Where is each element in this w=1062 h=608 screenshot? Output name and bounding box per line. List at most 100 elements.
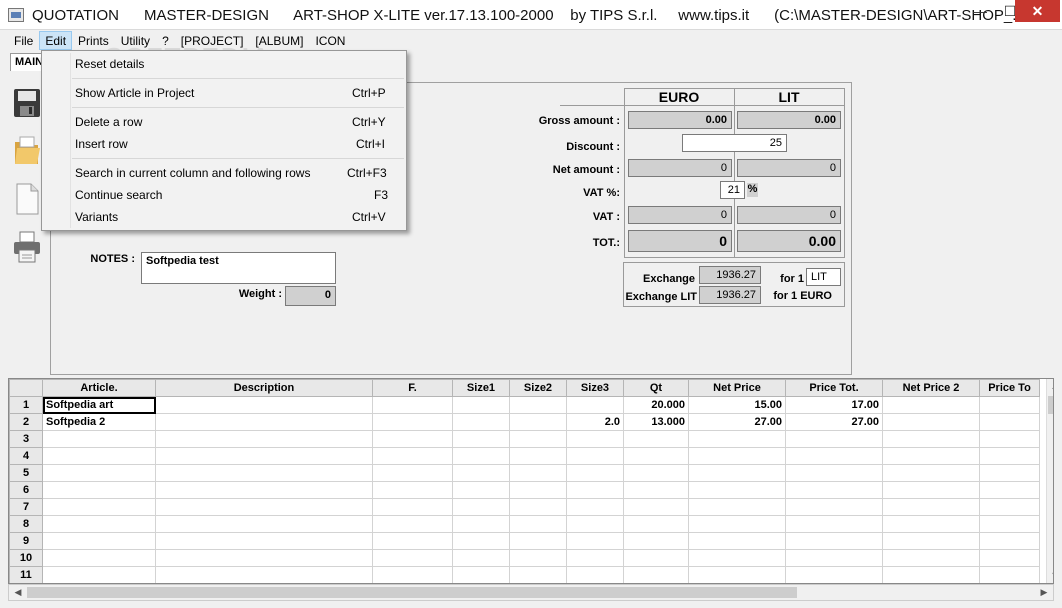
cell-description[interactable]: [155, 515, 373, 533]
menu-item-delete-row[interactable]: Delete a row Ctrl+Y: [42, 111, 406, 133]
horizontal-scroll-thumb[interactable]: [27, 587, 797, 598]
cell-size3[interactable]: [566, 464, 624, 482]
cell-f[interactable]: [372, 566, 453, 583]
cell-price-to[interactable]: [979, 396, 1040, 414]
row-number[interactable]: 3: [9, 430, 43, 448]
vertical-scroll-thumb[interactable]: [1048, 396, 1053, 414]
cell-net-price2[interactable]: [882, 481, 980, 499]
cell-description[interactable]: [155, 447, 373, 465]
table-row[interactable]: 9: [9, 532, 1040, 550]
print-icon[interactable]: [12, 230, 42, 264]
cell-size2[interactable]: [509, 549, 567, 567]
cell-size2[interactable]: [509, 396, 567, 414]
cell-description[interactable]: [155, 413, 373, 431]
cell-article[interactable]: [42, 447, 156, 465]
cell-qt[interactable]: [623, 566, 689, 583]
cell-net-price2[interactable]: [882, 413, 980, 431]
cell-net-price2[interactable]: [882, 498, 980, 516]
cell-qt[interactable]: [623, 481, 689, 499]
column-header-article[interactable]: Article.: [42, 379, 156, 397]
column-header-qt[interactable]: Qt: [623, 379, 689, 397]
table-row[interactable]: 11: [9, 566, 1040, 583]
cell-size2[interactable]: [509, 481, 567, 499]
menu-item-variants[interactable]: Variants Ctrl+V: [42, 206, 406, 228]
cell-article[interactable]: Softpedia art: [42, 396, 156, 414]
column-header-f[interactable]: F.: [372, 379, 453, 397]
cell-description[interactable]: [155, 549, 373, 567]
cell-size1[interactable]: [452, 532, 510, 550]
column-header-price-tot[interactable]: Price Tot.: [785, 379, 883, 397]
table-row[interactable]: 8: [9, 515, 1040, 533]
cell-size2[interactable]: [509, 498, 567, 516]
cell-f[interactable]: [372, 549, 453, 567]
cell-size3[interactable]: [566, 430, 624, 448]
cell-description[interactable]: [155, 430, 373, 448]
cell-size2[interactable]: [509, 532, 567, 550]
row-number[interactable]: 10: [9, 549, 43, 567]
column-header-size1[interactable]: Size1: [452, 379, 510, 397]
row-number[interactable]: 8: [9, 515, 43, 533]
cell-article[interactable]: [42, 498, 156, 516]
cell-size1[interactable]: [452, 498, 510, 516]
cell-net-price2[interactable]: [882, 447, 980, 465]
cell-price-to[interactable]: [979, 481, 1040, 499]
for-1-currency-field[interactable]: LIT: [806, 268, 841, 286]
menu-file[interactable]: File: [8, 31, 39, 50]
save-icon[interactable]: [12, 86, 42, 120]
cell-price-tot[interactable]: [785, 532, 883, 550]
cell-f[interactable]: [372, 447, 453, 465]
cell-size3[interactable]: [566, 549, 624, 567]
new-document-icon[interactable]: [12, 182, 42, 216]
row-number[interactable]: 5: [9, 464, 43, 482]
scroll-right-arrow[interactable]: ▶: [1036, 587, 1052, 598]
cell-size1[interactable]: [452, 566, 510, 583]
row-number[interactable]: 11: [9, 566, 43, 583]
cell-description[interactable]: [155, 464, 373, 482]
cell-size1[interactable]: [452, 464, 510, 482]
column-header-price-to[interactable]: Price To: [979, 379, 1040, 397]
cell-description[interactable]: [155, 498, 373, 516]
menu-edit[interactable]: Edit: [39, 31, 73, 50]
cell-size2[interactable]: [509, 447, 567, 465]
cell-net-price[interactable]: [688, 549, 786, 567]
cell-net-price2[interactable]: [882, 566, 980, 583]
column-header-description[interactable]: Description: [155, 379, 373, 397]
cell-net-price[interactable]: [688, 515, 786, 533]
cell-size1[interactable]: [452, 549, 510, 567]
cell-size3[interactable]: [566, 566, 624, 583]
cell-net-price[interactable]: [688, 532, 786, 550]
cell-price-tot[interactable]: [785, 566, 883, 583]
cell-f[interactable]: [372, 396, 453, 414]
cell-size3[interactable]: [566, 498, 624, 516]
cell-price-to[interactable]: [979, 549, 1040, 567]
column-header-net-price[interactable]: Net Price: [688, 379, 786, 397]
menu-item-reset-details[interactable]: Reset details: [42, 53, 406, 75]
cell-net-price2[interactable]: [882, 532, 980, 550]
cell-size3[interactable]: [566, 481, 624, 499]
cell-article[interactable]: [42, 481, 156, 499]
row-number[interactable]: 6: [9, 481, 43, 499]
cell-price-tot[interactable]: 17.00: [785, 396, 883, 414]
cell-article[interactable]: [42, 549, 156, 567]
cell-description[interactable]: [155, 532, 373, 550]
column-header-net-price-2[interactable]: Net Price 2: [882, 379, 980, 397]
cell-f[interactable]: [372, 481, 453, 499]
cell-price-to[interactable]: [979, 447, 1040, 465]
table-row[interactable]: 5: [9, 464, 1040, 482]
cell-price-tot[interactable]: [785, 515, 883, 533]
cell-qt[interactable]: [623, 464, 689, 482]
cell-net-price[interactable]: [688, 566, 786, 583]
cell-qt[interactable]: [623, 549, 689, 567]
cell-qt[interactable]: [623, 532, 689, 550]
cell-size2[interactable]: [509, 566, 567, 583]
table-row[interactable]: 4: [9, 447, 1040, 465]
cell-size1[interactable]: [452, 396, 510, 414]
cell-net-price2[interactable]: [882, 515, 980, 533]
vertical-scrollbar[interactable]: ▲ ▼: [1046, 379, 1053, 583]
cell-price-tot[interactable]: [785, 447, 883, 465]
menu-item-insert-row[interactable]: Insert row Ctrl+I: [42, 133, 406, 155]
cell-net-price[interactable]: [688, 447, 786, 465]
table-row[interactable]: 6: [9, 481, 1040, 499]
cell-net-price[interactable]: [688, 464, 786, 482]
column-header-size2[interactable]: Size2: [509, 379, 567, 397]
